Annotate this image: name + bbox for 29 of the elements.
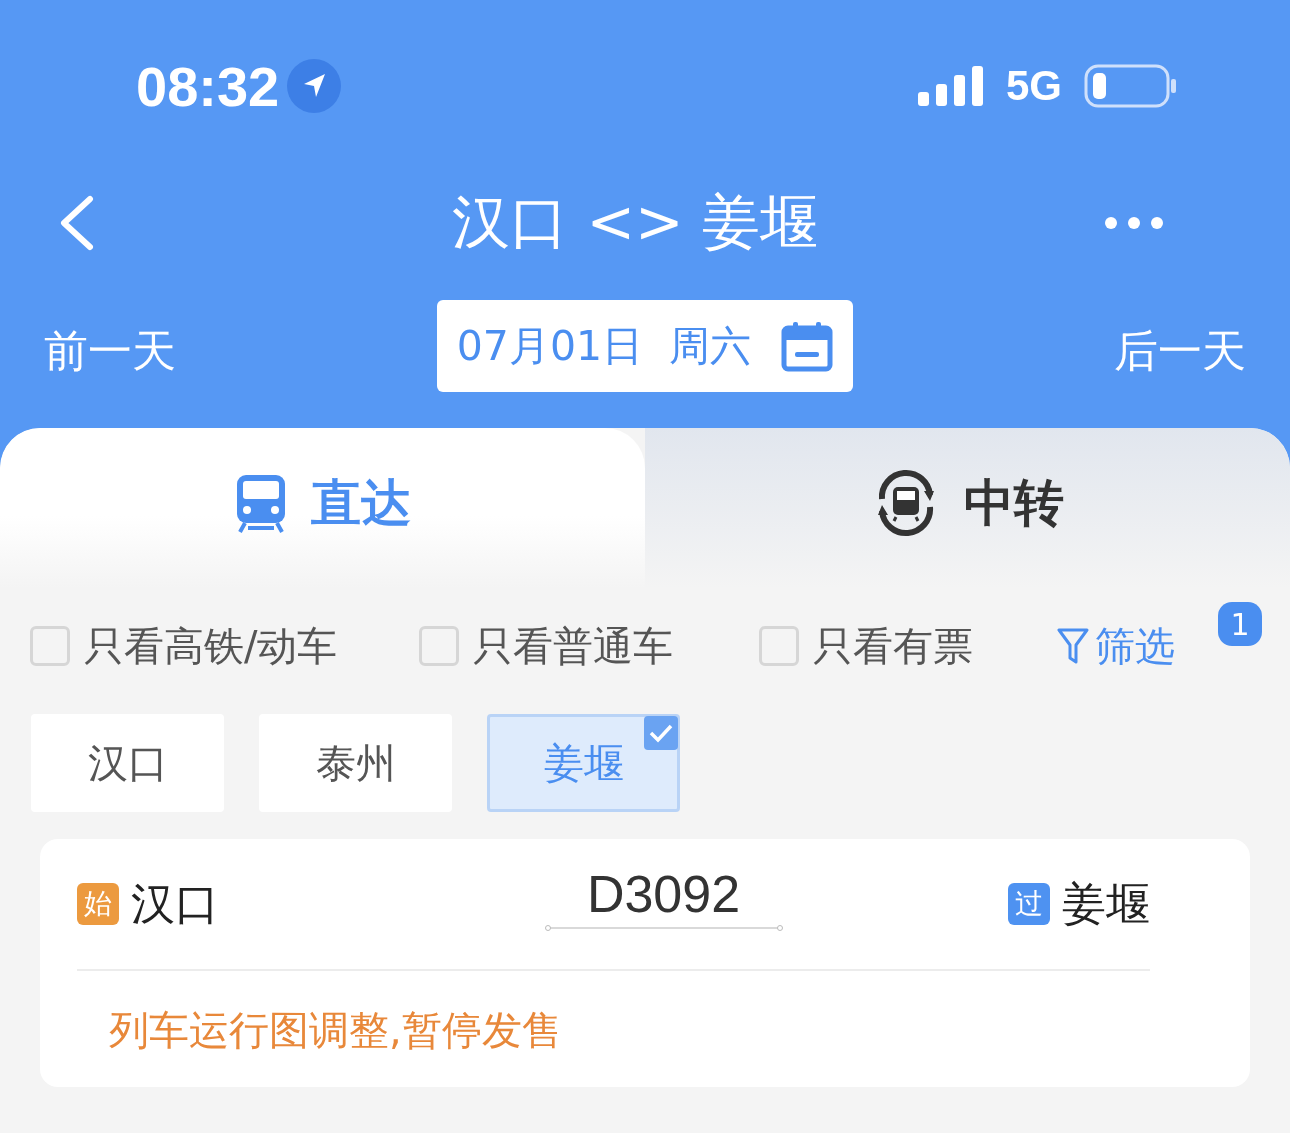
departure-station: 汉口 [131, 876, 219, 931]
filter-label: 只看高铁/动车 [84, 621, 338, 671]
arrival-station: 姜堰 [1062, 876, 1150, 931]
filter-label: 只看普通车 [473, 621, 674, 671]
filter-checkbox[interactable]: 只看高铁/动车 [30, 618, 338, 674]
filter-checkbox[interactable]: 只看有票 [759, 618, 974, 674]
filter-checkbox[interactable]: 只看普通车 [419, 618, 674, 674]
status-time: 08:32 [136, 53, 280, 119]
station-chip[interactable]: 泰州 [259, 714, 452, 812]
filter-count-badge: 1 [1218, 602, 1262, 646]
route-title: 汉口 <> 姜堰 [451, 187, 819, 258]
calendar-icon [781, 320, 834, 372]
filter-label: 只看有票 [813, 621, 974, 671]
funnel-icon [1057, 627, 1090, 665]
station-chip[interactable]: 汉口 [31, 714, 224, 812]
checkbox[interactable] [759, 626, 800, 666]
signal-icon [917, 66, 984, 106]
network-label: 5G [1005, 62, 1062, 110]
train-number: D3092 [586, 864, 741, 924]
battery-icon [1084, 64, 1178, 108]
more-icon[interactable] [1104, 216, 1164, 230]
train-icon [234, 473, 287, 533]
checkbox[interactable] [419, 626, 460, 666]
train-card[interactable]: 始 汉口 D3092 过 姜堰 列车运行图调整,暂停发售 [40, 839, 1250, 1087]
origin-tag: 始 [77, 883, 119, 925]
notice-text: 列车运行图调整,暂停发售 [108, 1006, 563, 1055]
pass-tag: 过 [1008, 883, 1050, 925]
check-icon [644, 716, 678, 750]
checkbox[interactable] [30, 626, 70, 666]
